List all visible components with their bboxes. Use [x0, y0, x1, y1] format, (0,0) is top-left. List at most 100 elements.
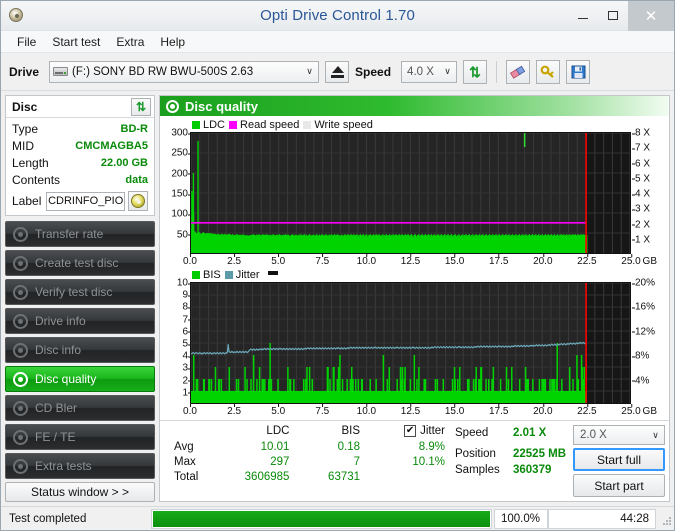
disc-label-input[interactable]: CDRINFO_PIO — [46, 191, 125, 211]
chevron-down-icon: ∨ — [301, 62, 318, 82]
y-tick: 8 — [182, 302, 191, 313]
status-window-button[interactable]: Status window > > — [5, 482, 155, 502]
y2-tick: 8 X — [631, 128, 650, 139]
menu-bar: File Start test Extra Help — [1, 31, 674, 53]
disc-panel-header: Disc ⇅ — [6, 96, 154, 118]
x-tick: 0.0 — [183, 254, 197, 267]
menu-item-extra[interactable]: Extra — [108, 33, 152, 51]
toolbar-separator — [496, 60, 498, 83]
sidebar-item-verify-test-disc[interactable]: Verify test disc — [5, 279, 155, 305]
speed-value: 2.01 X — [513, 427, 546, 439]
eraser-icon — [510, 65, 526, 79]
y2-tick: 16% — [631, 302, 655, 313]
x-tick: 5.0 — [271, 404, 285, 417]
window-title: Opti Drive Control 1.70 — [1, 7, 674, 24]
table-header-row: LDC BIS ✔ Jitter — [164, 423, 451, 439]
disc-value-contents: data — [125, 172, 148, 189]
title-bar: Opti Drive Control 1.70 ✕ — [1, 0, 674, 31]
menu-item-file[interactable]: File — [9, 33, 44, 51]
cell-max-ldc: 297 — [204, 454, 295, 469]
x-tick: 7.5 — [315, 404, 329, 417]
main-panel-title: Disc quality — [185, 99, 258, 114]
speed-select[interactable]: 4.0 X ∨ — [401, 60, 458, 83]
refresh-button[interactable]: ⇅ — [463, 59, 488, 84]
ldc-plot-area[interactable] — [190, 132, 631, 254]
sidebar-item-extra-tests[interactable]: Extra tests — [5, 453, 155, 479]
samples-row: Samples 360379 — [455, 462, 569, 478]
test-speed-select[interactable]: 2.0 X ∨ — [573, 425, 665, 445]
x-tick: 25.0 — [621, 254, 641, 267]
progress-percent: 100.0% — [494, 508, 548, 529]
cell-total-jitter — [366, 469, 451, 484]
legend-label: BIS — [203, 269, 221, 281]
resize-grip[interactable] — [658, 512, 672, 526]
position-value: 22525 MB — [513, 448, 566, 460]
sidebar-item-drive-info[interactable]: Drive info — [5, 308, 155, 334]
start-full-button[interactable]: Start full — [573, 448, 665, 471]
y-tick: 4 — [182, 351, 191, 362]
sidebar-item-fe-te[interactable]: FE / TE — [5, 424, 155, 450]
y-tick: 9 — [182, 290, 191, 301]
disc-icon — [13, 284, 28, 300]
ldc-x-axis: 0.0 2.5 5.0 7.5 10.0 12.5 15.0 17.5 20.0 22.5 25.0… — [183, 254, 657, 268]
eject-button[interactable] — [325, 60, 350, 83]
sidebar-item-create-test-disc[interactable]: Create test disc — [5, 250, 155, 276]
sidebar-item-transfer-rate[interactable]: Transfer rate — [5, 221, 155, 247]
disc-icon — [13, 226, 28, 242]
drive-select[interactable]: (F:) SONY BD RW BWU-500S 2.63 ∨ — [49, 60, 320, 83]
disc-value-mid: CMCMAGBA5 — [75, 138, 148, 155]
start-part-button[interactable]: Start part — [573, 474, 665, 497]
legend-swatch — [229, 121, 238, 129]
cell-total-bis: 63731 — [295, 469, 366, 484]
settings-button[interactable] — [536, 59, 561, 84]
y2-tick: 3 X — [631, 204, 650, 215]
save-button[interactable] — [566, 59, 591, 84]
sidebar-nav: Transfer rate Create test disc Verify te… — [5, 221, 155, 479]
refresh-icon: ⇅ — [469, 65, 481, 79]
table-row: Total 3606985 63731 — [164, 469, 451, 484]
menu-item-help[interactable]: Help — [152, 33, 193, 51]
y2-tick: 6 X — [631, 158, 650, 169]
sidebar-item-label: CD Bler — [35, 401, 77, 415]
legend-swatch — [192, 271, 200, 279]
y2-tick: 8% — [631, 351, 649, 362]
y-tick: 200 — [171, 168, 191, 179]
disc-row-mid: MID CMCMAGBA5 — [12, 138, 148, 155]
legend-label: Jitter — [236, 269, 260, 281]
sidebar-item-disc-info[interactable]: Disc info — [5, 337, 155, 363]
sidebar-item-disc-quality[interactable]: Disc quality — [5, 366, 155, 392]
erase-button[interactable] — [506, 59, 531, 84]
jitter-checkbox[interactable]: ✔ — [404, 425, 417, 437]
disc-icon — [13, 342, 28, 358]
cell-max-bis: 7 — [295, 454, 366, 469]
x-tick: 0.0 — [183, 404, 197, 417]
cell-avg-ldc: 10.01 — [204, 439, 295, 454]
x-tick: 7.5 — [315, 254, 329, 267]
disc-refresh-button[interactable]: ⇅ — [131, 97, 151, 116]
main-panel: Disc quality LDC Read speed Write speed … — [159, 95, 670, 502]
disc-icon — [13, 371, 28, 387]
eject-icon — [330, 65, 344, 78]
y-tick: 300 — [171, 128, 191, 139]
x-tick: 2.5 — [227, 254, 241, 267]
menu-item-start-test[interactable]: Start test — [44, 33, 108, 51]
sidebar-item-cd-bler[interactable]: CD Bler — [5, 395, 155, 421]
column-header-jitter: ✔ Jitter — [366, 423, 451, 439]
y-tick: 100 — [171, 209, 191, 220]
row-label-avg: Avg — [164, 439, 204, 454]
ldc-chart-wrap: 50 100 150 200 250 300 1 X 2 X 3 X 4 X 5 X 6 X 7 X 8… — [162, 128, 667, 254]
jitter-label: Jitter — [420, 425, 445, 437]
scale-marker-icon — [267, 270, 278, 275]
disc-panel-title: Disc — [12, 100, 37, 114]
legend-ldc: LDC — [192, 119, 225, 131]
status-bar: Test completed 100.0% 44:28 — [1, 506, 674, 530]
cell-avg-jitter: 8.9% — [366, 439, 451, 454]
y2-tick: 4% — [631, 375, 649, 386]
x-tick: 2.5 — [227, 404, 241, 417]
main-panel-header: Disc quality — [160, 96, 669, 116]
key-icon — [540, 65, 554, 78]
bis-plot-area[interactable] — [190, 282, 631, 404]
disc-label-button[interactable] — [128, 191, 148, 211]
bis-x-axis: 0.0 2.5 5.0 7.5 10.0 12.5 15.0 17.5 20.0 22.5 25.0… — [183, 404, 657, 418]
legend-swatch — [224, 271, 233, 279]
